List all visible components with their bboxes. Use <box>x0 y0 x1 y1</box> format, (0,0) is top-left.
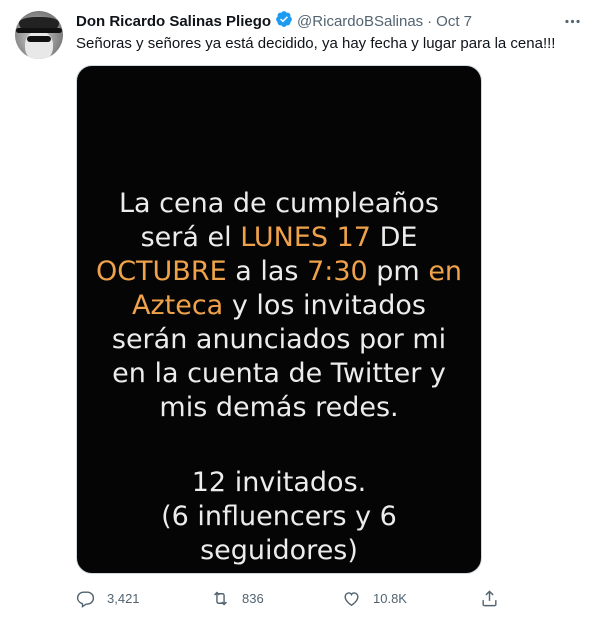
more-icon[interactable] <box>561 10 583 32</box>
tweet[interactable]: Don Ricardo Salinas Pliego @RicardoBSali… <box>0 0 591 620</box>
image-line: mis demás redes. <box>159 392 399 423</box>
image-line: (6 influencers y 6 <box>161 501 397 532</box>
reply-icon <box>76 590 95 608</box>
image-line: 12 invitados. <box>191 467 367 498</box>
image-line: seguidores) <box>200 535 358 566</box>
tweet-header: Don Ricardo Salinas Pliego @RicardoBSali… <box>76 11 472 31</box>
image-line: será el LUNES 17 DE <box>140 222 418 253</box>
image-line: Azteca y los invitados <box>132 290 426 321</box>
reply-button[interactable]: 3,421 <box>76 586 140 610</box>
separator-dot: · <box>427 12 433 30</box>
image-line: La cena de cumpleaños <box>119 188 439 219</box>
image-line: serán anunciados por mi <box>111 324 447 355</box>
avatar[interactable] <box>15 11 63 59</box>
image-line: OCTUBRE a las 7:30 pm en <box>95 256 463 287</box>
author-handle[interactable]: @RicardoBSalinas <box>297 13 423 30</box>
tweet-image[interactable]: La cena de cumpleaños será el LUNES 17 D… <box>76 65 482 574</box>
tweet-text: Señoras y señores ya está decidido, ya h… <box>76 35 556 52</box>
avatar-hat-brim <box>16 28 62 33</box>
like-button[interactable]: 10.8K <box>342 586 407 610</box>
reply-count: 3,421 <box>107 590 140 606</box>
share-icon <box>482 589 497 606</box>
highlight-text: LUNES 17 <box>240 222 371 253</box>
highlight-text: 7:30 <box>307 256 368 287</box>
retweet-button[interactable]: 836 <box>211 586 264 610</box>
tweet-date[interactable]: Oct 7 <box>436 13 472 30</box>
like-count: 10.8K <box>373 590 407 606</box>
avatar-glasses <box>27 36 51 42</box>
share-button[interactable] <box>480 586 511 610</box>
retweet-count: 836 <box>242 590 264 606</box>
highlight-text: en <box>428 256 463 287</box>
highlight-text: OCTUBRE <box>95 256 227 287</box>
verified-badge-icon <box>271 10 297 32</box>
retweet-icon <box>214 591 227 605</box>
image-paragraph-guests: 12 invitados. (6 influencers y 6 seguidore… <box>77 466 481 568</box>
tweet-actions: 3,421 836 10.8K <box>76 586 506 610</box>
image-line: en la cuenta de Twitter y <box>112 358 446 389</box>
image-paragraph-announcement: La cena de cumpleaños será el LUNES 17 D… <box>77 187 481 425</box>
author-name[interactable]: Don Ricardo Salinas Pliego <box>76 13 271 30</box>
like-icon <box>344 591 359 606</box>
highlight-text: Azteca <box>132 290 224 321</box>
